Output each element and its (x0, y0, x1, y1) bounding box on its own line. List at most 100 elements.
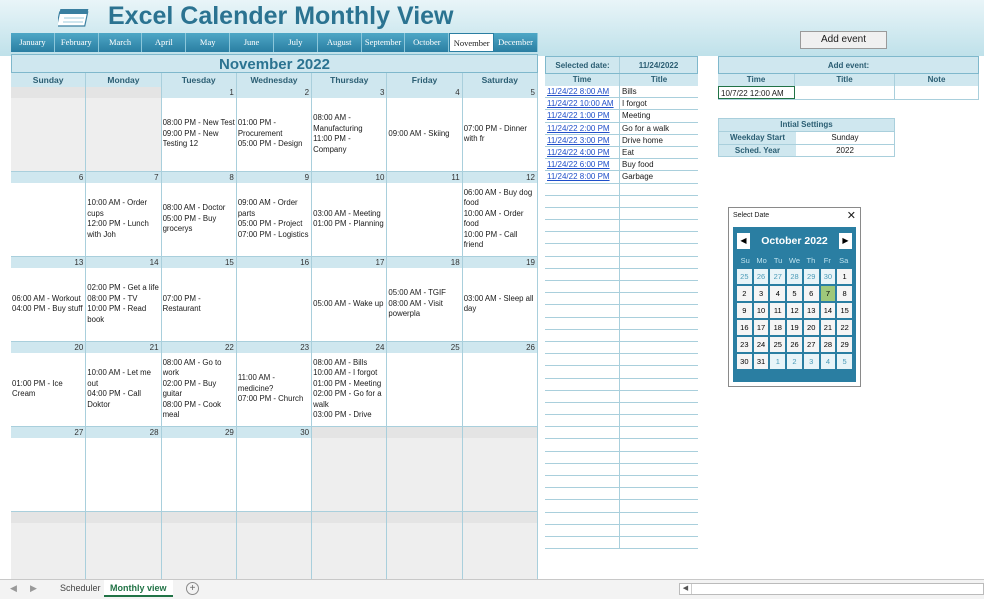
day-cell[interactable]: 10 03:00 AM - Meeting 01:00 PM - Planning (312, 172, 388, 257)
day-cell[interactable] (11, 87, 87, 172)
schedule-time-link[interactable]: 11/24/22 3:00 PM (545, 134, 620, 146)
picker-day[interactable]: 10 (753, 303, 769, 318)
day-cell[interactable]: 25 (387, 342, 463, 427)
picker-day[interactable]: 5 (787, 286, 802, 301)
schedule-title-cell[interactable] (620, 232, 698, 243)
schedule-time-link[interactable] (545, 329, 620, 341)
schedule-time-link[interactable] (545, 366, 620, 378)
schedule-title-cell[interactable] (620, 220, 698, 231)
picker-day[interactable]: 24 (753, 337, 769, 352)
day-cell[interactable]: 28 (86, 427, 162, 512)
schedule-title-cell[interactable] (620, 305, 698, 316)
schedule-time-link[interactable] (545, 232, 620, 244)
day-cell[interactable]: 22 08:00 AM - Go to work 02:00 PM - Buy g… (161, 342, 237, 427)
month-tab-december[interactable]: December (494, 33, 538, 52)
schedule-time-link[interactable] (545, 317, 620, 329)
schedule-title-cell[interactable] (620, 464, 698, 475)
schedule-time-link[interactable]: 11/24/22 8:00 AM (545, 86, 620, 98)
day-cell[interactable]: 16 (236, 257, 313, 342)
schedule-time-link[interactable] (545, 463, 620, 475)
schedule-title-cell[interactable] (620, 403, 698, 414)
day-cell[interactable]: 18 05:00 AM - TGIF 08:00 AM - Visit power… (387, 257, 463, 342)
schedule-time-link[interactable] (545, 390, 620, 402)
schedule-title-cell[interactable]: Eat (620, 147, 698, 158)
schedule-title-cell[interactable] (620, 318, 698, 329)
schedule-time-link[interactable] (545, 207, 620, 220)
day-cell[interactable]: 30 (236, 427, 313, 512)
picker-day[interactable]: 21 (820, 320, 836, 335)
day-cell[interactable]: 9 09:00 AM - Order parts 05:00 PM - Proje… (236, 172, 313, 257)
sched-year-value[interactable]: 2022 (796, 145, 894, 157)
day-cell[interactable]: 23 11:00 AM - medicine? 07:00 PM - Church (236, 342, 313, 427)
add-note-cell[interactable] (895, 86, 979, 99)
picker-day[interactable]: 5 (837, 354, 852, 369)
schedule-time-link[interactable]: 11/24/22 10:00 AM (545, 98, 620, 110)
day-cell[interactable]: 17 05:00 AM - Wake up (312, 257, 388, 342)
picker-day[interactable]: 31 (753, 354, 769, 369)
picker-day[interactable]: 2 (787, 354, 802, 369)
month-tab-april[interactable]: April (142, 33, 187, 52)
schedule-title-cell[interactable] (620, 439, 698, 450)
schedule-title-cell[interactable] (620, 525, 698, 536)
day-cell[interactable]: 4 09:00 AM - Skiing (387, 87, 463, 172)
picker-day[interactable]: 22 (837, 320, 852, 335)
schedule-time-link[interactable]: 11/24/22 6:00 PM (545, 159, 620, 171)
day-cell[interactable]: 1 08:00 PM - New Test 09:00 PM - New Test… (161, 87, 237, 172)
picker-day[interactable]: 6 (803, 286, 819, 301)
schedule-time-link[interactable] (545, 402, 620, 415)
picker-day[interactable]: 25 (737, 269, 752, 284)
schedule-time-link[interactable]: 11/24/22 4:00 PM (545, 146, 620, 159)
day-cell[interactable]: 29 (161, 427, 237, 512)
add-time-cell[interactable]: 10/7/22 12:00 AM (718, 86, 795, 99)
schedule-title-cell[interactable] (620, 244, 698, 255)
schedule-time-link[interactable]: 11/24/22 1:00 PM (545, 110, 620, 122)
day-cell[interactable]: 11 (387, 172, 463, 257)
schedule-time-link[interactable] (545, 244, 620, 256)
day-cell[interactable]: 12 06:00 AM - Buy dog food 10:00 AM - Ord… (462, 172, 538, 257)
add-event-button[interactable]: Add event (800, 31, 887, 49)
close-icon[interactable]: ✕ (847, 208, 856, 224)
schedule-time-link[interactable] (545, 536, 620, 549)
weekday-start-value[interactable]: Sunday (796, 132, 894, 144)
month-tab-may[interactable]: May (186, 33, 231, 52)
day-cell[interactable]: 24 08:00 AM - Bills 10:00 AM - I forgot 0… (312, 342, 388, 427)
schedule-title-cell[interactable]: Garbage (620, 171, 698, 182)
picker-day[interactable]: 27 (770, 269, 786, 284)
picker-day[interactable]: 18 (770, 320, 786, 335)
schedule-time-link[interactable] (545, 293, 620, 305)
picker-day[interactable]: 26 (787, 337, 802, 352)
month-tab-june[interactable]: June (230, 33, 274, 52)
schedule-time-link[interactable]: 11/24/22 8:00 PM (545, 171, 620, 183)
picker-day[interactable]: 12 (787, 303, 802, 318)
picker-day[interactable]: 17 (753, 320, 769, 335)
schedule-title-cell[interactable] (620, 184, 698, 195)
schedule-title-cell[interactable] (620, 330, 698, 341)
sheet-prev-icon[interactable]: ◀ (10, 583, 17, 594)
month-tab-august[interactable]: August (317, 33, 362, 52)
schedule-time-link[interactable] (545, 524, 620, 536)
horizontal-scrollbar[interactable]: ◀ (679, 583, 984, 595)
schedule-title-cell[interactable] (620, 500, 698, 511)
schedule-time-link[interactable]: 11/24/22 2:00 PM (545, 122, 620, 134)
schedule-title-cell[interactable] (620, 513, 698, 524)
day-cell[interactable]: 21 10:00 AM - Let me out 04:00 PM - Call … (86, 342, 162, 427)
schedule-title-cell[interactable] (620, 354, 698, 365)
schedule-title-cell[interactable] (620, 379, 698, 390)
sheet-tab-monthly-view[interactable]: Monthly view (104, 580, 173, 597)
picker-day[interactable]: 25 (770, 337, 786, 352)
picker-day[interactable]: 4 (770, 286, 786, 301)
schedule-time-link[interactable] (545, 500, 620, 512)
month-tab-october[interactable]: October (405, 33, 450, 52)
day-cell[interactable]: 7 10:00 AM - Order cups 12:00 PM - Lunch … (86, 172, 162, 257)
schedule-time-link[interactable] (545, 341, 620, 354)
schedule-title-cell[interactable] (620, 476, 698, 487)
picker-day[interactable]: 2 (737, 286, 752, 301)
picker-day[interactable]: 15 (837, 303, 852, 318)
picker-day[interactable]: 28 (787, 269, 802, 284)
schedule-title-cell[interactable]: Meeting (620, 110, 698, 121)
schedule-title-cell[interactable] (620, 366, 698, 377)
next-month-icon[interactable]: ▶ (838, 233, 852, 249)
month-tab-march[interactable]: March (98, 33, 143, 52)
day-cell[interactable]: 15 07:00 PM - Restaurant (161, 257, 237, 342)
picker-day[interactable]: 19 (787, 320, 802, 335)
